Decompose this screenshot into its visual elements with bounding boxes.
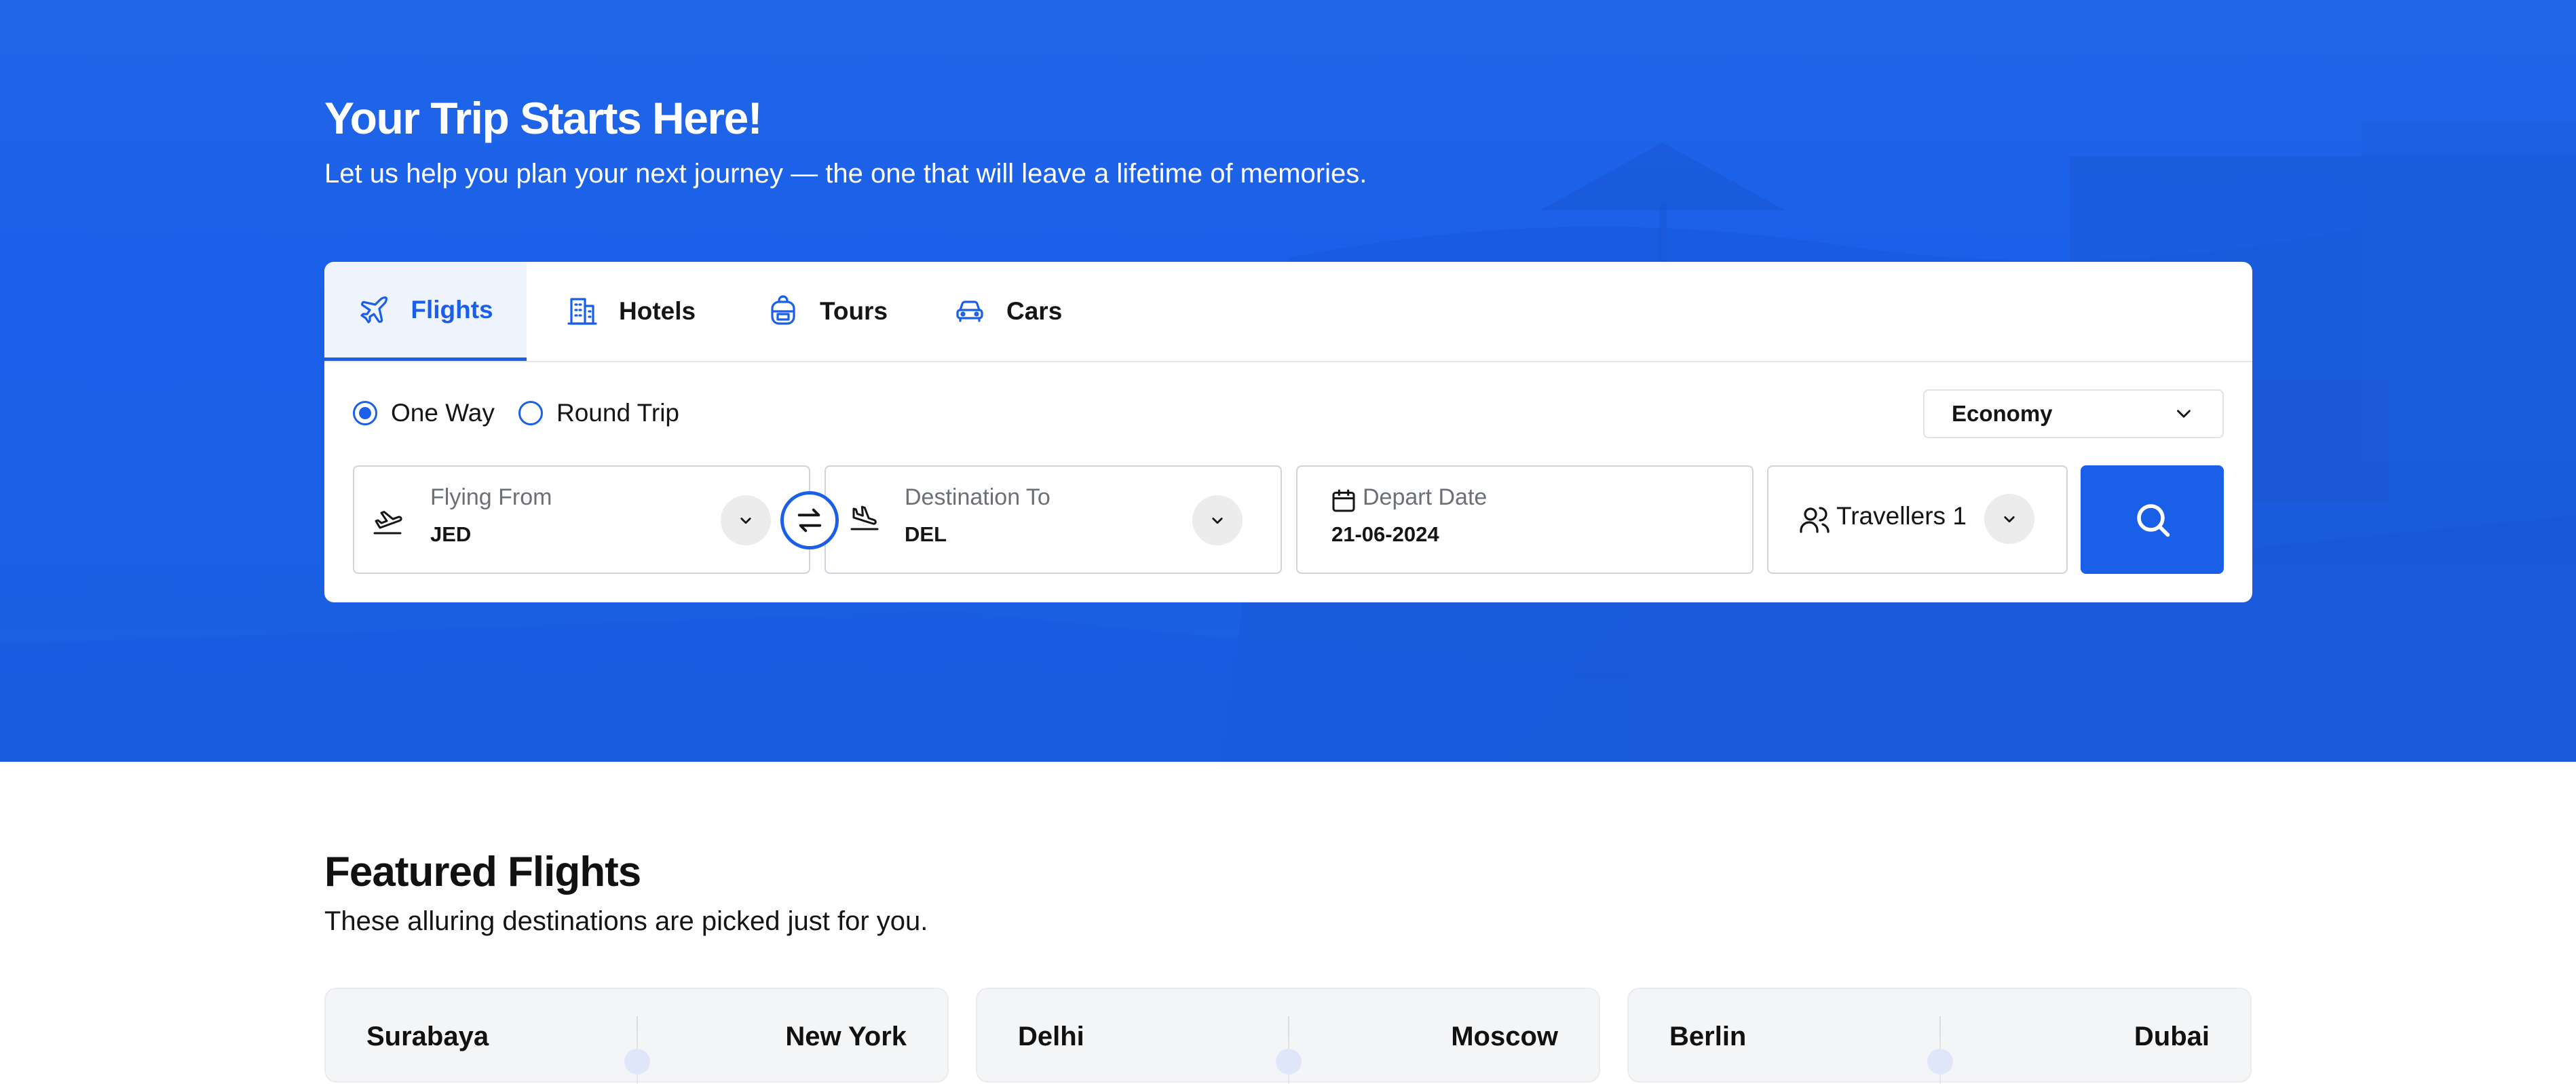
chevron-down-icon xyxy=(740,518,751,524)
plane-icon xyxy=(360,296,388,324)
radio-checked-icon xyxy=(353,401,377,425)
featured-flight-card[interactable]: Surabaya New York xyxy=(324,988,949,1084)
flying-from-field[interactable]: Flying From JED xyxy=(353,465,810,574)
chevron-down-icon xyxy=(2177,410,2191,418)
calendar-icon xyxy=(1332,489,1355,512)
swap-airports-button[interactable] xyxy=(780,491,839,549)
search-button[interactable] xyxy=(2081,465,2224,574)
travellers-field[interactable]: Travellers 1 xyxy=(1767,465,2068,574)
backpack-icon xyxy=(771,295,795,325)
hero-subtitle: Let us help you plan your next journey —… xyxy=(324,159,1367,189)
tab-tours[interactable]: Tours xyxy=(767,262,888,361)
flight-origin: Delhi xyxy=(1018,1022,1084,1051)
one-way-radio[interactable]: One Way xyxy=(353,399,495,427)
destination-value: DEL xyxy=(905,522,947,546)
flight-origin: Surabaya xyxy=(366,1022,489,1051)
one-way-label: One Way xyxy=(391,399,495,427)
round-trip-radio[interactable]: Round Trip xyxy=(518,399,679,427)
plane-departure-icon xyxy=(373,511,402,535)
tab-label: Hotels xyxy=(619,297,696,325)
cabin-class-select[interactable]: Economy xyxy=(1923,389,2224,438)
flight-destination: Moscow xyxy=(1451,1022,1558,1051)
depart-date-value: 21-06-2024 xyxy=(1331,522,1439,546)
depart-date-field[interactable]: Depart Date 21-06-2024 xyxy=(1296,465,1754,574)
plane-arrival-icon xyxy=(850,505,879,530)
depart-date-label: Depart Date xyxy=(1363,484,1488,510)
swap-arrows-icon xyxy=(797,508,822,533)
building-icon xyxy=(567,298,597,325)
destination-field[interactable]: Destination To DEL xyxy=(825,465,1282,574)
chevron-down-icon xyxy=(2004,516,2015,523)
featured-flights-subtitle: These alluring destinations are picked j… xyxy=(324,906,928,936)
flying-from-label: Flying From xyxy=(430,484,552,510)
featured-flight-card[interactable]: Delhi Moscow xyxy=(976,988,1600,1084)
flying-from-value: JED xyxy=(430,522,472,546)
featured-flight-card[interactable]: Berlin Dubai xyxy=(1627,988,2252,1084)
hero-banner: Your Trip Starts Here! Let us help you p… xyxy=(0,0,2576,762)
tab-cars[interactable]: Cars xyxy=(953,262,1062,361)
chevron-down-icon xyxy=(1212,518,1223,524)
flight-search-card: Flights Hotels Tours Cars One Way Round … xyxy=(324,262,2252,602)
flight-destination: Dubai xyxy=(2134,1022,2210,1051)
round-trip-label: Round Trip xyxy=(556,399,679,427)
flying-from-dropdown[interactable] xyxy=(721,495,771,545)
car-icon xyxy=(956,301,983,322)
travellers-dropdown[interactable] xyxy=(1984,494,2034,544)
plane-marker-icon xyxy=(1276,1049,1302,1075)
tab-label: Flights xyxy=(411,295,493,324)
flight-destination: New York xyxy=(785,1022,907,1051)
plane-marker-icon xyxy=(624,1049,650,1075)
radio-unchecked-icon xyxy=(518,401,543,425)
flight-origin: Berlin xyxy=(1669,1022,1747,1051)
destination-dropdown[interactable] xyxy=(1192,495,1243,545)
tab-label: Cars xyxy=(1006,297,1063,325)
cabin-class-value: Economy xyxy=(1952,401,2053,426)
destination-label: Destination To xyxy=(905,484,1050,510)
plane-marker-icon xyxy=(1927,1049,1953,1075)
featured-flights-title: Featured Flights xyxy=(324,849,641,895)
tab-hotels[interactable]: Hotels xyxy=(566,262,696,361)
users-icon xyxy=(1800,507,1830,533)
travellers-label: Travellers 1 xyxy=(1836,502,1967,530)
search-icon xyxy=(2136,504,2170,537)
tab-label: Tours xyxy=(820,297,888,325)
search-tabs: Flights Hotels Tours Cars xyxy=(324,262,2252,362)
tab-flights[interactable]: Flights xyxy=(324,262,527,361)
hero-title: Your Trip Starts Here! xyxy=(324,93,763,143)
